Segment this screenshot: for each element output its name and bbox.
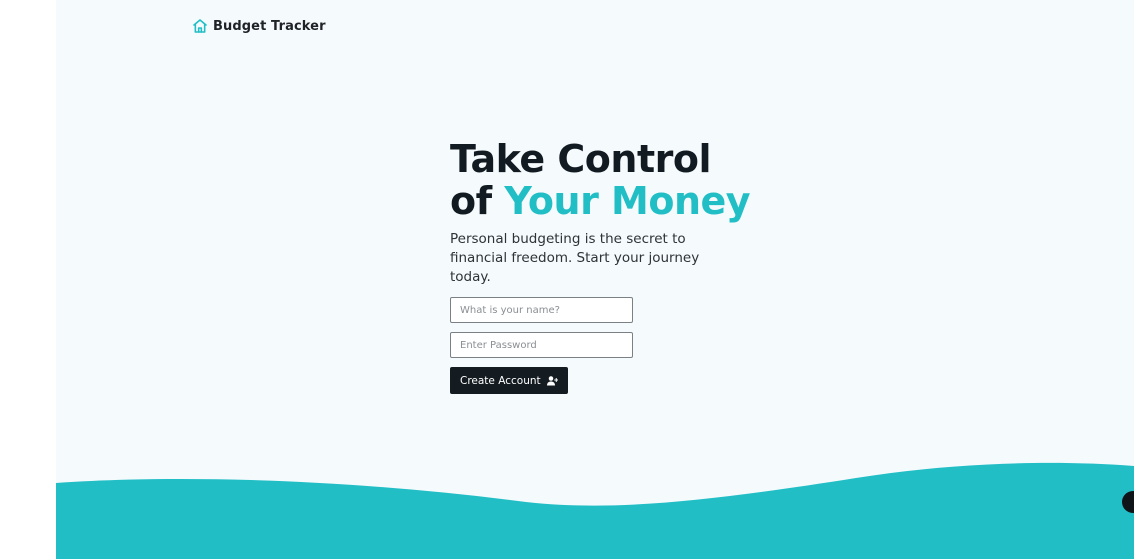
name-input[interactable] — [450, 297, 633, 323]
brand-name: Budget Tracker — [213, 18, 326, 34]
hero-title: Take Control of Your Money — [450, 138, 780, 222]
right-margin — [1134, 0, 1141, 559]
hero-subtitle: Personal budgeting is the secret to fina… — [450, 231, 700, 285]
page-container: Budget Tracker Take Control of Your Mone… — [56, 0, 1134, 559]
create-account-label: Create Account — [460, 374, 541, 387]
user-plus-icon — [546, 375, 558, 386]
password-input[interactable] — [450, 332, 633, 358]
hero-title-line1: Take Control — [450, 137, 712, 181]
hero-title-accent: Your Money — [504, 179, 751, 223]
signup-form: Create Account — [450, 297, 780, 394]
home-icon — [192, 18, 208, 34]
create-account-button[interactable]: Create Account — [450, 367, 568, 394]
brand-logo-link[interactable]: Budget Tracker — [192, 18, 326, 34]
left-margin — [0, 0, 56, 559]
hero-section: Take Control of Your Money Personal budg… — [450, 138, 780, 394]
decorative-wave — [56, 462, 1134, 559]
hero-title-prefix: of — [450, 179, 505, 223]
